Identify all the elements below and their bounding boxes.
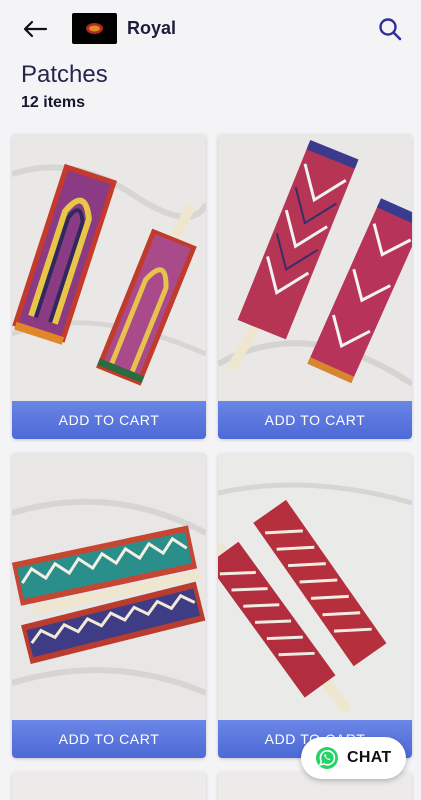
chat-button[interactable]: CHAT xyxy=(301,737,406,779)
search-button[interactable] xyxy=(377,16,403,42)
product-card[interactable]: ADD TO CART xyxy=(12,134,206,439)
app-bar: Royal xyxy=(0,0,421,58)
store-name: Royal xyxy=(127,18,177,38)
back-button[interactable] xyxy=(20,16,50,42)
product-card[interactable]: ADD TO CART xyxy=(218,453,412,758)
search-icon xyxy=(379,18,402,41)
page-title: Patches xyxy=(21,61,108,88)
item-count: 12 items xyxy=(21,94,86,111)
product-image[interactable] xyxy=(12,772,206,800)
product-image[interactable] xyxy=(12,453,206,720)
add-to-cart-button[interactable]: ADD TO CART xyxy=(12,401,206,439)
product-image[interactable] xyxy=(218,453,412,720)
store-logo xyxy=(72,13,117,44)
product-card[interactable]: ADD TO CART xyxy=(12,453,206,758)
product-card[interactable] xyxy=(12,772,206,800)
product-card[interactable]: ADD TO CART xyxy=(218,134,412,439)
product-image[interactable] xyxy=(12,134,206,401)
add-to-cart-button[interactable]: ADD TO CART xyxy=(218,401,412,439)
add-to-cart-button[interactable]: ADD TO CART xyxy=(12,720,206,758)
whatsapp-icon xyxy=(316,747,338,769)
chat-label: CHAT xyxy=(347,749,392,766)
arrow-left-icon xyxy=(23,20,48,38)
product-image[interactable] xyxy=(218,134,412,401)
